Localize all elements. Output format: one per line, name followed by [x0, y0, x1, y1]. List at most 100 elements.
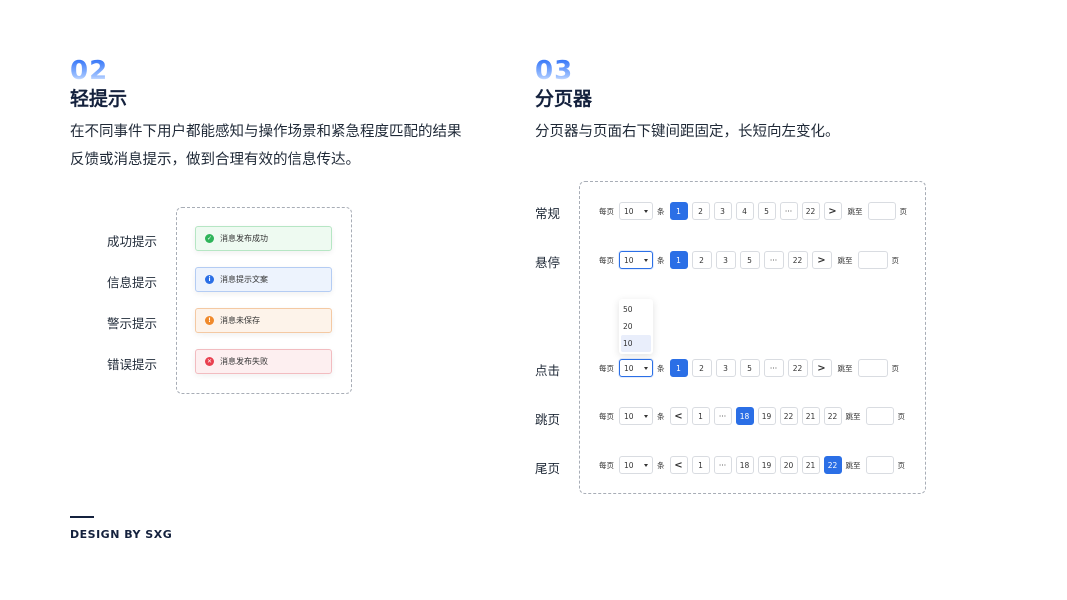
page-button[interactable]: 19 [757, 407, 776, 425]
desc-line-2: 反馈或消息提示，做到合理有效的信息传达。 [70, 152, 360, 168]
page-size-select[interactable]: 10 [619, 407, 653, 425]
page-button[interactable]: 20 [779, 456, 798, 474]
unit-label: 条 [657, 460, 665, 470]
jump-page-input[interactable] [865, 407, 894, 425]
page-size-select[interactable]: 10 [619, 251, 653, 269]
section-desc-toast: 在不同事件下用户都能感知与操作场景和紧急程度匹配的结果 反馈或消息提示，做到合理… [70, 118, 490, 174]
page-ellipsis[interactable]: ··· [763, 251, 784, 269]
page-button[interactable]: 18 [735, 456, 754, 474]
row-label-hover: 悬停 [535, 255, 561, 270]
unit-label: 条 [657, 363, 665, 373]
page-suffix-label: 页 [891, 363, 900, 373]
info-circle-icon: i [205, 275, 214, 284]
page-button[interactable]: 22 [801, 202, 820, 220]
page-size-select[interactable]: 10 [619, 359, 653, 377]
jump-page-input[interactable] [865, 456, 894, 474]
pagination-last: 每页 10 条 < 1 ··· 18 19 20 21 22 跳至 页 [599, 456, 910, 474]
jump-label: 跳至 [837, 255, 853, 265]
page-ellipsis[interactable]: ··· [763, 359, 784, 377]
pagination-normal: 每页 10 条 1 2 3 4 5 ··· 22 > 跳至 页 [599, 202, 912, 220]
caret-down-icon [644, 258, 648, 262]
brand-signature: DESIGN BY SXG [70, 528, 173, 541]
page-button[interactable]: 3 [713, 202, 732, 220]
page-button-current[interactable]: 18 [735, 407, 754, 425]
row-label-last: 尾页 [535, 461, 561, 476]
per-page-label: 每页 [599, 255, 614, 265]
page-ellipsis[interactable]: ··· [779, 202, 798, 220]
toast-message: 消息发布失败 [220, 357, 268, 366]
page-size-dropdown: 50 20 10 [619, 299, 653, 354]
caret-down-icon [644, 209, 648, 213]
unit-label: 条 [657, 411, 665, 421]
section-desc-pagination: 分页器与页面右下键间距固定，长短向左变化。 [535, 124, 840, 140]
page-ellipsis[interactable]: ··· [713, 456, 732, 474]
toast-error: ✕ 消息发布失败 [195, 349, 332, 374]
section-number-03: 03 [535, 56, 574, 86]
page-button-current[interactable]: 1 [669, 202, 688, 220]
page-button[interactable]: 5 [757, 202, 776, 220]
page-suffix-label: 页 [899, 206, 908, 216]
jump-page-input[interactable] [867, 202, 896, 220]
page-button[interactable]: 22 [823, 407, 842, 425]
page-button[interactable]: 5 [739, 251, 760, 269]
page-button[interactable]: 4 [735, 202, 754, 220]
unit-label: 条 [657, 255, 665, 265]
page-button[interactable]: 1 [691, 456, 710, 474]
row-label-normal: 常规 [535, 206, 561, 221]
page-size-select[interactable]: 10 [619, 456, 653, 474]
chevron-right-icon[interactable]: > [811, 251, 832, 269]
section-number-02: 02 [70, 56, 109, 86]
per-page-label: 每页 [599, 411, 614, 421]
page-suffix-label: 页 [897, 411, 906, 421]
page-button[interactable]: 3 [715, 251, 736, 269]
toast-message: 消息提示文案 [220, 275, 268, 284]
pagination-jump: 每页 10 条 < 1 ··· 18 19 22 21 22 跳至 页 [599, 407, 910, 425]
per-page-label: 每页 [599, 206, 614, 216]
chevron-right-icon[interactable]: > [811, 359, 832, 377]
page-suffix-label: 页 [897, 460, 906, 470]
section-title-pagination: 分页器 [535, 88, 593, 110]
toast-info: i 消息提示文案 [195, 267, 332, 292]
page-button[interactable]: 1 [691, 407, 710, 425]
desc-line-1: 在不同事件下用户都能感知与操作场景和紧急程度匹配的结果 [70, 124, 462, 140]
page-button[interactable]: 22 [787, 359, 808, 377]
unit-label: 条 [657, 206, 665, 216]
dropdown-option[interactable]: 50 [619, 301, 653, 318]
page-button[interactable]: 19 [757, 456, 776, 474]
caret-down-icon [644, 366, 648, 370]
page-button[interactable]: 2 [691, 202, 710, 220]
page-ellipsis[interactable]: ··· [713, 407, 732, 425]
jump-page-input[interactable] [857, 251, 888, 269]
jump-label: 跳至 [845, 460, 861, 470]
page-button[interactable]: 21 [801, 407, 820, 425]
page-button-current[interactable]: 1 [669, 251, 688, 269]
chevron-left-icon[interactable]: < [669, 456, 688, 474]
page-button[interactable]: 21 [801, 456, 820, 474]
page-button[interactable]: 2 [691, 251, 712, 269]
section-title-toast: 轻提示 [70, 88, 128, 110]
check-circle-icon: ✓ [205, 234, 214, 243]
chevron-right-icon[interactable]: > [823, 202, 842, 220]
toast-label-info: 信息提示 [107, 275, 158, 290]
row-label-click: 点击 [535, 363, 561, 378]
caret-down-icon [644, 414, 648, 418]
toast-warning: ! 消息未保存 [195, 308, 332, 333]
row-label-jump: 跳页 [535, 412, 561, 427]
pagination-hover: 每页 10 条 1 2 3 5 ··· 22 > 跳至 页 [599, 251, 904, 269]
page-button[interactable]: 3 [715, 359, 736, 377]
page-button[interactable]: 22 [787, 251, 808, 269]
page-button-current[interactable]: 22 [823, 456, 842, 474]
page-suffix-label: 页 [891, 255, 900, 265]
dropdown-option[interactable]: 20 [619, 318, 653, 335]
page-button-current[interactable]: 1 [669, 359, 688, 377]
pagination-click: 每页 10 条 1 2 3 5 ··· 22 > 跳至 页 [599, 359, 904, 377]
page-button[interactable]: 22 [779, 407, 798, 425]
page-size-select[interactable]: 10 [619, 202, 653, 220]
caret-down-icon [644, 463, 648, 467]
jump-page-input[interactable] [857, 359, 888, 377]
chevron-left-icon[interactable]: < [669, 407, 688, 425]
page-button[interactable]: 2 [691, 359, 712, 377]
warning-circle-icon: ! [205, 316, 214, 325]
dropdown-option-selected[interactable]: 10 [621, 335, 651, 352]
page-button[interactable]: 5 [739, 359, 760, 377]
